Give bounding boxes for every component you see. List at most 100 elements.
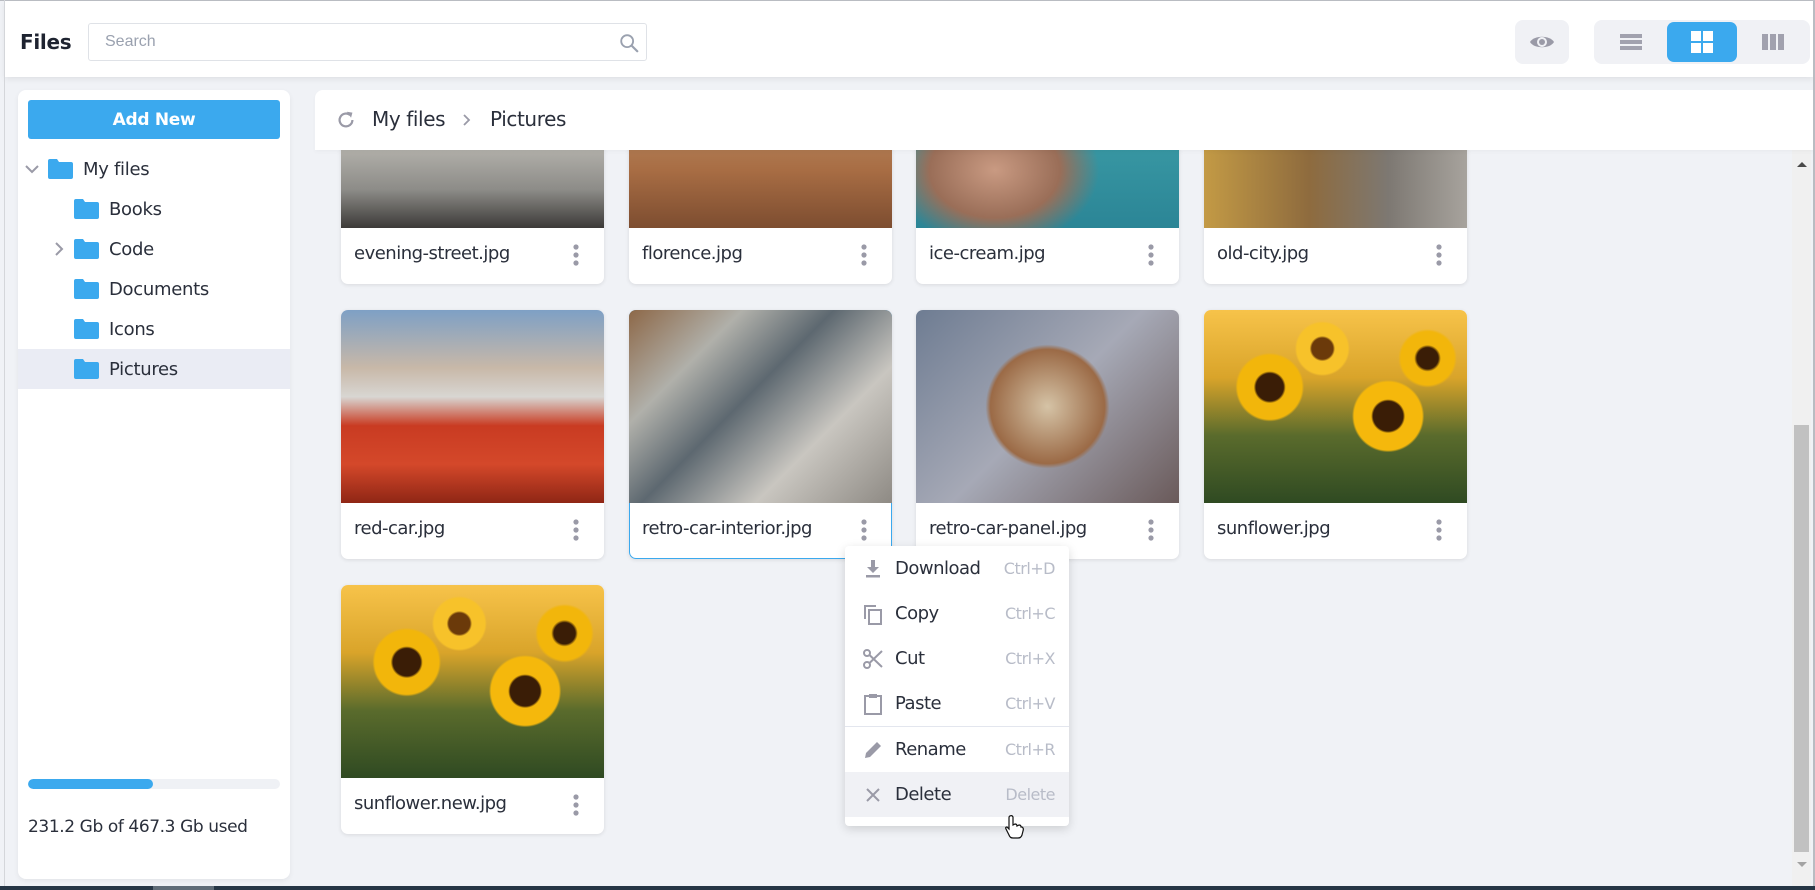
breadcrumb-bar: My files Pictures <box>315 90 1815 150</box>
more-options-button[interactable] <box>566 792 586 818</box>
context-menu: Download Ctrl+D Copy Ctrl+C Cut Ctrl+X P… <box>845 546 1069 826</box>
file-card[interactable]: retro-car-panel.jpg <box>916 310 1179 559</box>
file-name: evening-street.jpg <box>354 243 510 264</box>
add-new-button[interactable]: Add New <box>28 100 280 139</box>
search-input[interactable] <box>89 24 589 60</box>
view-mode-switch <box>1594 20 1810 64</box>
scroll-down-arrow-icon[interactable] <box>1797 862 1807 867</box>
menu-item-rename[interactable]: Rename Ctrl+R <box>845 727 1069 772</box>
hand-cursor-icon <box>1005 815 1024 839</box>
tree-item-label: My files <box>83 158 150 180</box>
file-thumbnail[interactable] <box>341 585 604 778</box>
folder-icon <box>74 199 99 219</box>
menu-item-shortcut: Ctrl+X <box>1005 649 1055 668</box>
more-options-button[interactable] <box>566 517 586 543</box>
tree-item-code[interactable]: Code <box>18 229 290 269</box>
file-name: retro-car-interior.jpg <box>642 518 812 539</box>
folder-icon <box>74 279 99 299</box>
tree-item-label: Code <box>109 238 154 260</box>
file-card[interactable]: sunflower.new.jpg <box>341 585 604 834</box>
columns-view-button[interactable] <box>1738 22 1808 62</box>
file-name: ice-cream.jpg <box>929 243 1046 264</box>
scroll-up-arrow-icon[interactable] <box>1797 162 1807 167</box>
kebab-menu-icon <box>861 244 867 266</box>
file-thumbnail[interactable] <box>629 310 892 503</box>
kebab-menu-icon <box>1436 519 1442 541</box>
kebab-menu-icon <box>1148 244 1154 266</box>
file-thumbnail[interactable] <box>1204 310 1467 503</box>
scrollbar-thumb[interactable] <box>1794 425 1809 852</box>
tree-item-pictures[interactable]: Pictures <box>18 349 290 389</box>
menu-item-label: Paste <box>895 693 942 714</box>
file-card[interactable]: evening-street.jpg <box>341 150 604 284</box>
pencil-icon <box>865 741 881 758</box>
more-options-button[interactable] <box>1141 242 1161 268</box>
menu-item-shortcut: Ctrl+D <box>1003 559 1056 578</box>
chevron-down-icon[interactable] <box>24 161 40 177</box>
menu-item-label: Cut <box>895 648 925 669</box>
window-border-left <box>4 0 5 886</box>
more-options-button[interactable] <box>1429 517 1449 543</box>
file-thumbnail[interactable] <box>1204 150 1467 228</box>
more-options-button[interactable] <box>1141 517 1161 543</box>
scissors-icon <box>863 648 883 669</box>
taskbar-edge <box>0 886 1815 890</box>
preview-toggle-button[interactable] <box>1515 20 1569 64</box>
tree-item-books[interactable]: Books <box>18 189 290 229</box>
search-icon[interactable] <box>618 32 640 54</box>
scrollbar[interactable] <box>1792 150 1811 886</box>
menu-item-shortcut: Ctrl+V <box>1005 694 1055 713</box>
file-thumbnail[interactable] <box>916 310 1179 503</box>
chevron-right-icon <box>463 114 471 126</box>
tree-item-icons[interactable]: Icons <box>18 309 290 349</box>
list-view-button[interactable] <box>1596 22 1666 62</box>
kebab-menu-icon <box>573 244 579 266</box>
file-thumbnail[interactable] <box>629 150 892 228</box>
file-card[interactable]: florence.jpg <box>629 150 892 284</box>
menu-item-delete[interactable]: Delete Delete <box>845 772 1069 817</box>
tree-item-my-files[interactable]: My files <box>18 149 290 189</box>
menu-item-paste[interactable]: Paste Ctrl+V <box>845 681 1069 726</box>
breadcrumb-item-pictures[interactable]: Pictures <box>490 107 566 131</box>
chevron-right-icon[interactable] <box>51 241 67 257</box>
file-name: florence.jpg <box>642 243 743 264</box>
grid-view-icon <box>1691 31 1713 53</box>
more-options-button[interactable] <box>854 242 874 268</box>
grid-view-button[interactable] <box>1667 22 1737 62</box>
more-options-button[interactable] <box>1429 242 1449 268</box>
tree-item-documents[interactable]: Documents <box>18 269 290 309</box>
file-thumbnail[interactable] <box>916 150 1179 228</box>
menu-item-label: Download <box>895 558 981 579</box>
close-icon <box>866 787 880 802</box>
columns-view-icon <box>1762 34 1784 50</box>
file-card[interactable]: old-city.jpg <box>1204 150 1467 284</box>
file-card[interactable]: retro-car-interior.jpg <box>629 310 892 559</box>
breadcrumb-item-my-files[interactable]: My files <box>372 107 446 131</box>
menu-item-cut[interactable]: Cut Ctrl+X <box>845 636 1069 681</box>
menu-item-copy[interactable]: Copy Ctrl+C <box>845 591 1069 636</box>
eye-icon <box>1530 36 1554 48</box>
file-card[interactable]: sunflower.jpg <box>1204 310 1467 559</box>
tree-item-label: Pictures <box>109 358 178 380</box>
file-name: old-city.jpg <box>1217 243 1309 264</box>
kebab-menu-icon <box>861 519 867 541</box>
file-name: retro-car-panel.jpg <box>929 518 1087 539</box>
tree-item-label: Icons <box>109 318 155 340</box>
file-thumbnail[interactable] <box>341 310 604 503</box>
more-options-button[interactable] <box>566 242 586 268</box>
app-title: Files <box>20 30 72 54</box>
more-options-button[interactable] <box>854 517 874 543</box>
file-card[interactable]: red-car.jpg <box>341 310 604 559</box>
refresh-icon[interactable] <box>335 109 357 131</box>
folder-icon <box>74 239 99 259</box>
menu-item-download[interactable]: Download Ctrl+D <box>845 546 1069 591</box>
tree-item-label: Documents <box>109 278 209 300</box>
kebab-menu-icon <box>573 794 579 816</box>
window-border-top <box>0 0 1815 1</box>
file-thumbnail[interactable] <box>341 150 604 228</box>
taskbar-segment <box>153 886 214 890</box>
search-box[interactable] <box>88 23 647 61</box>
top-bar: Files <box>5 1 1813 77</box>
file-card[interactable]: ice-cream.jpg <box>916 150 1179 284</box>
folder-icon <box>48 159 73 179</box>
